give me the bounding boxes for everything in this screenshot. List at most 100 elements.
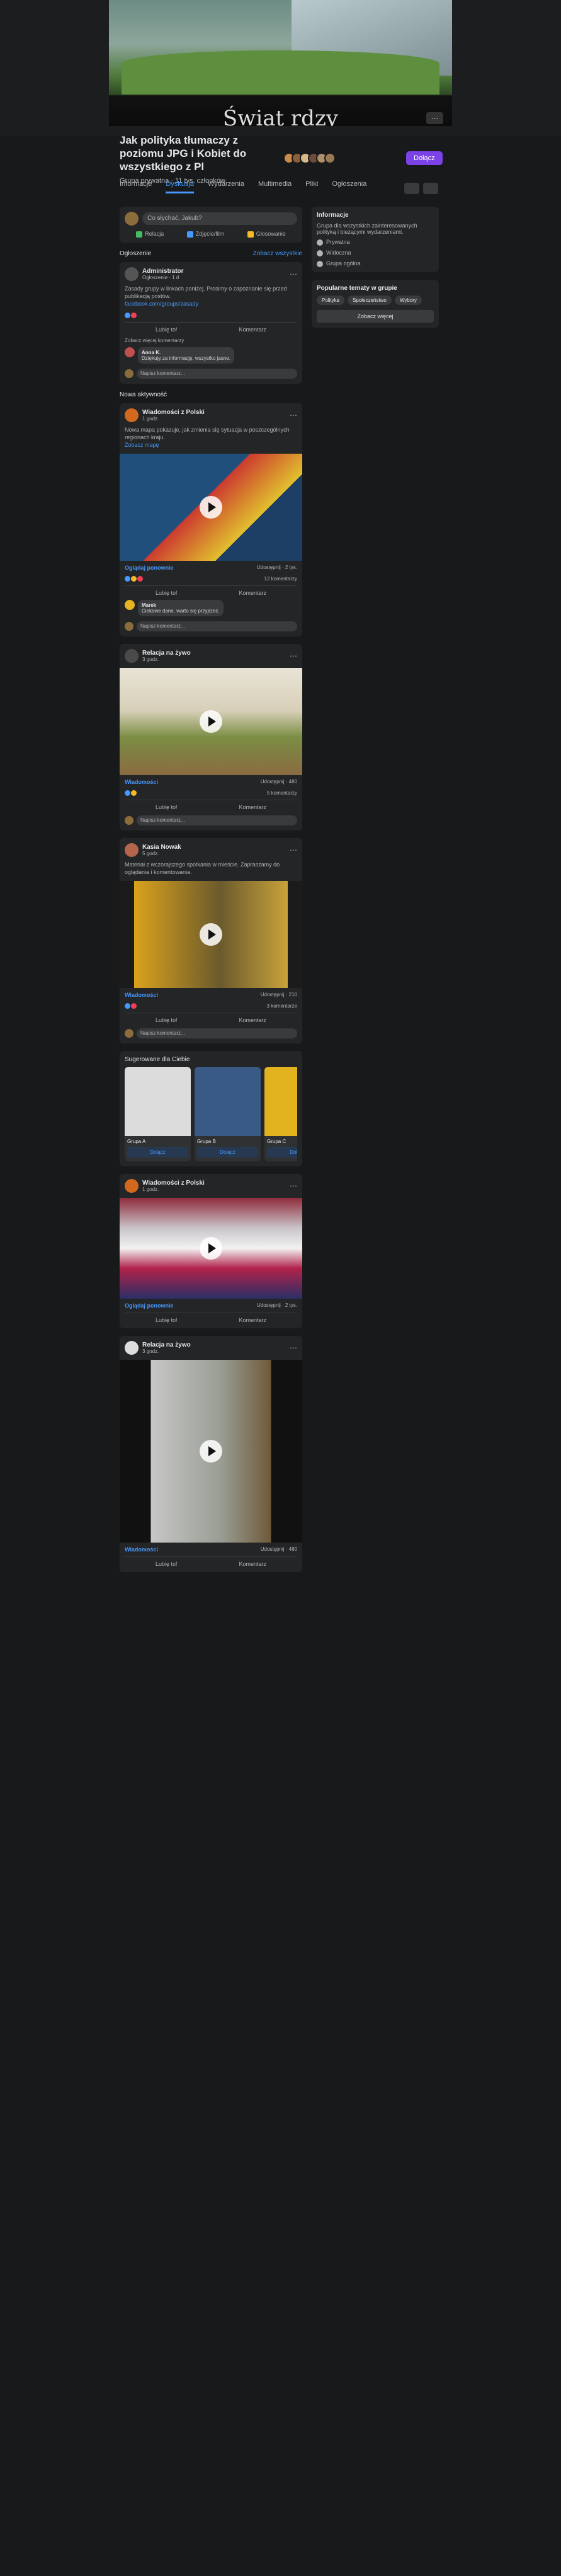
more-icon[interactable]: ⋯ — [290, 1182, 297, 1190]
join-button[interactable]: Dołącz — [127, 1146, 188, 1158]
like-button[interactable]: Lubię to! — [156, 590, 178, 596]
video-caption: Oglądaj ponownie Udostępnij · 2 tys. — [125, 1302, 297, 1309]
post-author[interactable]: Relacja na żywo — [142, 650, 191, 657]
post-actions: Lubię to! Komentarz — [125, 321, 297, 333]
video-caption: Wiadomości Udostępnij · 480 — [125, 778, 297, 785]
play-icon[interactable] — [200, 923, 222, 946]
more-icon[interactable]: ⋯ — [290, 1343, 297, 1352]
comment-input[interactable]: Napisz komentarz... — [137, 621, 297, 631]
feed-post: Kasia Nowak 5 godz. ⋯ Materiał z wczoraj… — [120, 837, 302, 1044]
poll-button[interactable]: Głosowanie — [247, 231, 286, 238]
story-button[interactable]: Relacja — [136, 231, 164, 238]
avatar — [125, 347, 135, 357]
post-link[interactable]: facebook.com/groups/zasady — [125, 301, 198, 307]
comment-button[interactable]: Komentarz — [239, 590, 266, 596]
reactions-icon[interactable] — [125, 312, 137, 318]
post-author[interactable]: Relacja na żywo — [142, 1342, 191, 1348]
comment-button[interactable]: Komentarz — [239, 1317, 266, 1323]
post-actions: Lubię to! Komentarz — [125, 585, 297, 596]
video-player[interactable] — [120, 880, 302, 988]
topic-chip[interactable]: Społeczeństwo — [348, 296, 392, 305]
about-card: Informacje Grupa dla wszystkich zaintere… — [312, 207, 439, 272]
like-button[interactable]: Lubię to! — [156, 1017, 178, 1023]
cover-photo[interactable]: Świat rdzy ⋯ — [109, 0, 452, 126]
pinned-header: Ogłoszenie Zobacz wszystkie — [120, 250, 302, 257]
tab-info[interactable]: Informacje — [120, 180, 152, 193]
post-author[interactable]: Wiadomości z Polski — [142, 1180, 205, 1187]
comment-input[interactable]: Napisz komentarz... — [137, 815, 297, 825]
reactions-icon[interactable] — [125, 790, 137, 796]
tab-discussion[interactable]: Dyskusja — [166, 180, 194, 193]
suggestion-card[interactable]: Grupa B Dołącz — [195, 1066, 261, 1161]
play-icon[interactable] — [200, 1439, 222, 1463]
post-meta: 3 godz. — [142, 1348, 159, 1354]
lock-icon — [317, 239, 323, 246]
reply-box: Napisz komentarz... — [125, 368, 297, 379]
member-avatars[interactable] — [283, 152, 336, 164]
tab-events[interactable]: Wydarzenia — [208, 180, 244, 193]
post-stats: 3 komentarze — [125, 1003, 297, 1009]
like-button[interactable]: Lubię to! — [156, 326, 178, 333]
feed-post: Relacja na żywo 3 godz. ⋯ Wiadomości Udo… — [120, 643, 302, 831]
tab-media[interactable]: Multimedia — [258, 180, 292, 193]
like-button[interactable]: Lubię to! — [156, 1561, 178, 1567]
more-icon[interactable]: ⋯ — [290, 846, 297, 854]
video-player[interactable] — [120, 667, 302, 775]
post-author[interactable]: Kasia Nowak — [142, 844, 181, 851]
more-comments-link[interactable]: Zobacz więcej komentarzy — [125, 338, 297, 343]
story-icon — [136, 231, 143, 238]
post-meta: 5 godz. — [142, 850, 159, 856]
like-button[interactable]: Lubię to! — [156, 804, 178, 810]
group-title[interactable]: Jak polityka tłumaczy z poziomu JPG i Ko… — [120, 134, 283, 173]
join-button[interactable]: Dołącz — [406, 151, 443, 165]
topic-chip[interactable]: Wybory — [394, 296, 422, 305]
post-meta: 1 godz. — [142, 1186, 159, 1192]
comment-input[interactable]: Napisz komentarz... — [137, 1028, 297, 1038]
tab-announcements[interactable]: Ogłoszenia — [332, 180, 366, 193]
post-link[interactable]: Zobacz mapę — [125, 442, 159, 448]
reactions-icon[interactable] — [125, 575, 143, 582]
post-actions: Lubię to! Komentarz — [125, 1556, 297, 1567]
more-icon[interactable]: ⋯ — [290, 270, 297, 279]
join-button[interactable]: Dołącz — [267, 1146, 297, 1158]
suggestion-card[interactable]: Grupa C Dołącz — [264, 1066, 297, 1161]
feed-post: Relacja na żywo 3 godz. ⋯ Wiadomości Udo… — [120, 1335, 302, 1572]
comment-button[interactable]: Komentarz — [239, 1017, 266, 1023]
tab-files[interactable]: Pliki — [305, 180, 318, 193]
reactions-icon[interactable] — [125, 1003, 137, 1009]
play-icon[interactable] — [200, 1236, 222, 1260]
comment-button[interactable]: Komentarz — [239, 804, 266, 810]
cover-title: Świat rdzy — [222, 106, 339, 126]
eye-icon — [317, 250, 323, 256]
topic-chip[interactable]: Polityka — [317, 296, 345, 305]
see-all-link[interactable]: Zobacz wszystkie — [253, 250, 302, 257]
edit-cover-badge[interactable]: ⋯ — [426, 112, 443, 124]
post-stats — [125, 312, 297, 318]
composer-input[interactable]: Co słychać, Jakub? — [142, 212, 297, 225]
feed-post: Wiadomości z Polski 1 godz. ⋯ Nowa mapa … — [120, 403, 302, 636]
play-icon[interactable] — [200, 710, 222, 733]
join-button[interactable]: Dołącz — [197, 1146, 258, 1158]
play-icon[interactable] — [200, 495, 222, 519]
comment-input[interactable]: Napisz komentarz... — [137, 368, 297, 379]
avatar — [125, 1340, 139, 1355]
more-icon[interactable] — [423, 183, 438, 194]
post-author[interactable]: Wiadomości z Polski — [142, 409, 205, 416]
more-icon[interactable]: ⋯ — [290, 411, 297, 420]
more-icon[interactable]: ⋯ — [290, 652, 297, 660]
video-player[interactable] — [120, 453, 302, 561]
like-button[interactable]: Lubię to! — [156, 1317, 178, 1323]
video-caption: Wiadomości Udostępnij · 210 — [125, 991, 297, 998]
post-author[interactable]: Administrator — [142, 268, 184, 275]
post-meta: 1 godz. — [142, 415, 159, 422]
video-player[interactable] — [120, 1359, 302, 1543]
suggestion-card[interactable]: Grupa A Dołącz — [125, 1066, 191, 1161]
comment-button[interactable]: Komentarz — [239, 326, 266, 333]
post-text: Nowa mapa pokazuje, jak zmienia się sytu… — [125, 426, 290, 448]
comment-button[interactable]: Komentarz — [239, 1561, 266, 1567]
photo-button[interactable]: Zdjęcie/film — [186, 231, 224, 238]
search-icon[interactable] — [404, 183, 419, 194]
reply-box: Napisz komentarz... — [125, 815, 297, 825]
see-more-button[interactable]: Zobacz więcej — [317, 310, 434, 323]
video-player[interactable] — [120, 1197, 302, 1299]
